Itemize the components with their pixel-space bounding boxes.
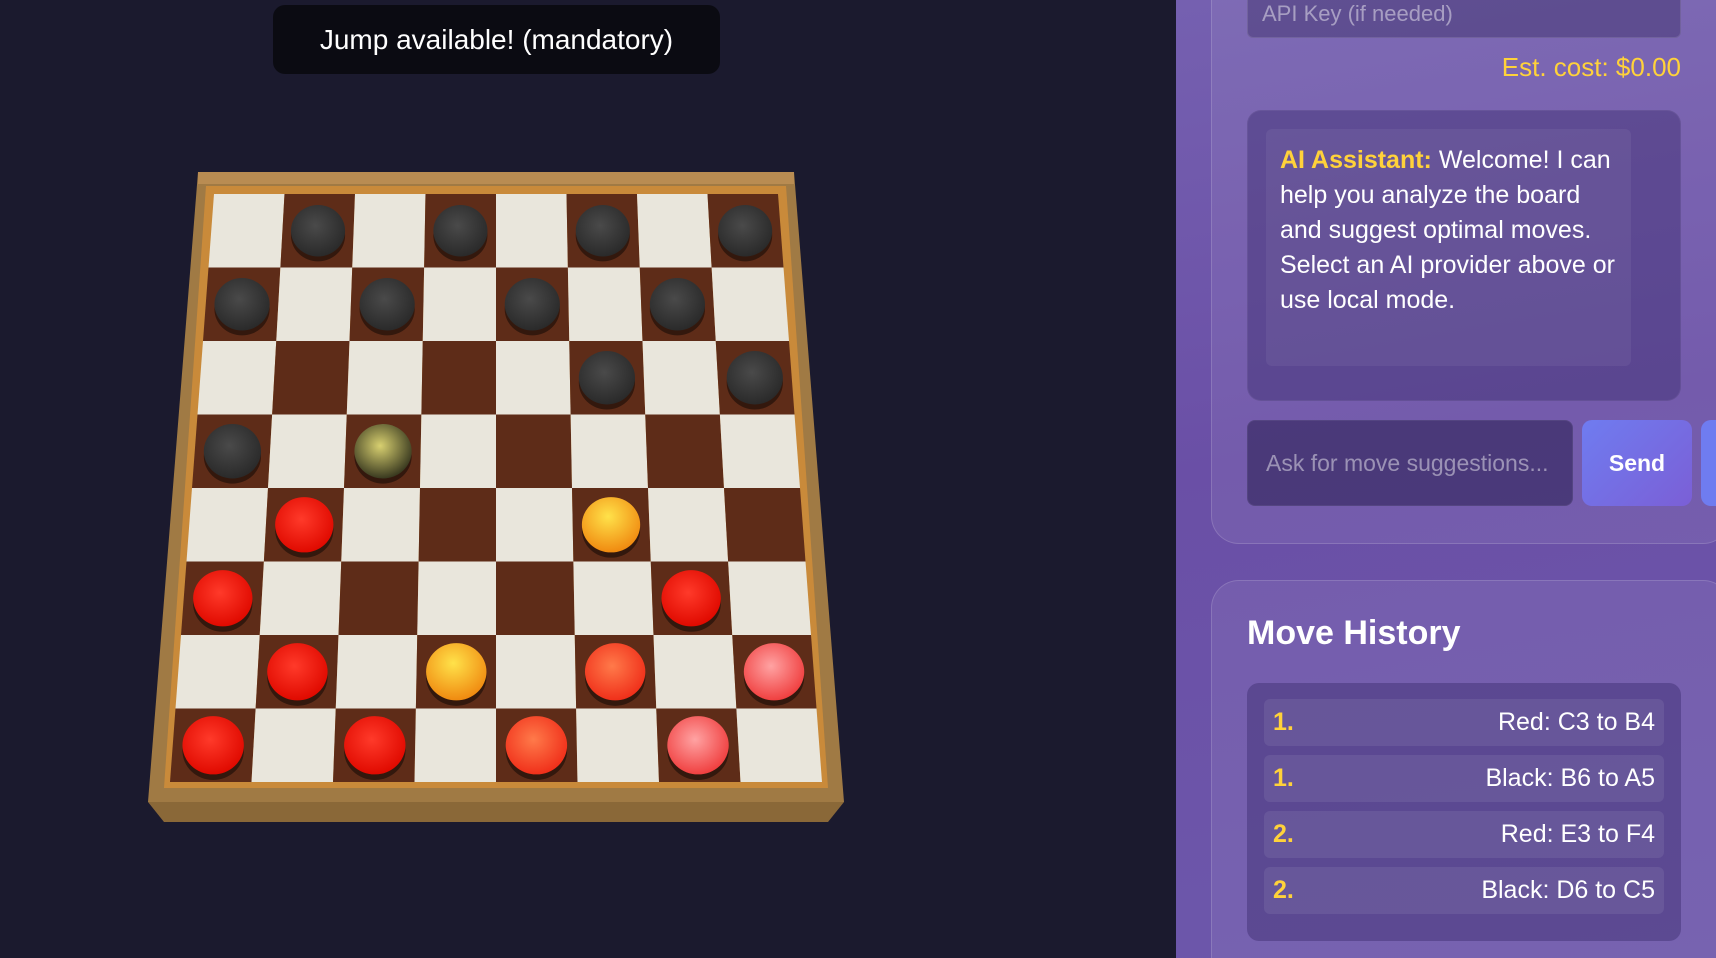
chat-message: AI Assistant: Welcome! I can help you an…: [1266, 129, 1631, 366]
light-square[interactable]: [422, 267, 496, 342]
black-piece[interactable]: [290, 205, 346, 257]
light-square[interactable]: [496, 194, 568, 268]
move-history-title: Move History: [1247, 614, 1461, 652]
dark-square[interactable]: [421, 341, 496, 415]
light-square[interactable]: [197, 341, 277, 415]
red-piece[interactable]: [344, 716, 406, 775]
chat-box: AI Assistant: Welcome! I can help you an…: [1247, 110, 1681, 401]
dark-square[interactable]: [496, 414, 572, 489]
move-history-list: 1. Red: C3 to B4 1. Black: B6 to A5 2. R…: [1247, 683, 1681, 941]
light-square[interactable]: [736, 708, 822, 783]
history-item: 1. Black: B6 to A5: [1264, 755, 1664, 802]
light-square[interactable]: [341, 488, 420, 562]
light-square[interactable]: [414, 708, 497, 783]
send-button[interactable]: Send: [1582, 420, 1692, 506]
assistant-sidebar: API Key (if needed) Est. cost: $0.00 AI …: [1176, 0, 1716, 958]
history-item: 1. Red: C3 to B4: [1264, 699, 1664, 746]
light-square[interactable]: [648, 488, 729, 562]
history-item-move: Red: C3 to B4: [1497, 708, 1655, 736]
red-piece[interactable]: [505, 716, 568, 775]
black-piece[interactable]: [578, 351, 636, 405]
light-square[interactable]: [496, 635, 577, 709]
red-piece[interactable]: [661, 570, 721, 627]
light-square[interactable]: [711, 267, 789, 342]
history-item: 2. Black: D6 to C5: [1264, 867, 1664, 914]
light-square[interactable]: [276, 267, 353, 342]
light-square[interactable]: [352, 194, 426, 268]
secondary-button[interactable]: [1701, 420, 1716, 506]
red-piece[interactable]: [182, 716, 244, 775]
light-square[interactable]: [251, 708, 336, 783]
black-piece[interactable]: [649, 278, 705, 331]
red-piece[interactable]: [426, 643, 487, 701]
black-piece[interactable]: [214, 278, 270, 331]
light-square[interactable]: [208, 194, 285, 268]
history-item-number: 1.: [1273, 764, 1294, 792]
light-square[interactable]: [576, 708, 659, 783]
light-square[interactable]: [496, 488, 574, 562]
dark-square[interactable]: [418, 488, 496, 562]
dark-square[interactable]: [724, 488, 806, 562]
red-piece[interactable]: [267, 643, 328, 701]
dark-square[interactable]: [272, 341, 350, 415]
light-square[interactable]: [570, 414, 648, 489]
board-squares: [170, 194, 822, 782]
dark-square[interactable]: [645, 414, 724, 489]
light-square[interactable]: [335, 635, 418, 709]
red-piece[interactable]: [667, 716, 729, 775]
black-piece[interactable]: [433, 205, 488, 257]
light-square[interactable]: [573, 561, 654, 636]
light-square[interactable]: [728, 561, 811, 636]
black-piece[interactable]: [726, 351, 783, 405]
board-frame-base: [148, 802, 844, 822]
history-item-number: 1.: [1273, 708, 1294, 736]
history-item-move: Black: D6 to C5: [1481, 876, 1655, 904]
light-square[interactable]: [175, 635, 260, 709]
light-square[interactable]: [719, 414, 800, 489]
black-piece[interactable]: [354, 424, 412, 479]
red-piece[interactable]: [584, 643, 646, 701]
history-item-move: Red: E3 to F4: [1500, 820, 1655, 848]
light-square[interactable]: [496, 341, 571, 415]
light-square[interactable]: [637, 194, 712, 268]
jump-available-toast: Jump available! (mandatory): [273, 5, 720, 74]
api-key-input[interactable]: API Key (if needed): [1247, 0, 1681, 38]
black-piece[interactable]: [203, 424, 262, 479]
light-square[interactable]: [346, 341, 423, 415]
history-item: 2. Red: E3 to F4: [1264, 811, 1664, 858]
black-piece[interactable]: [359, 278, 415, 331]
history-item-number: 2.: [1273, 820, 1294, 848]
red-piece[interactable]: [743, 643, 805, 701]
light-square[interactable]: [567, 267, 643, 342]
game-area: Jump available! (mandatory): [0, 0, 1176, 958]
board-frame-top: [198, 172, 794, 184]
black-piece[interactable]: [504, 278, 560, 331]
history-item-number: 2.: [1273, 876, 1294, 904]
light-square[interactable]: [642, 341, 720, 415]
light-square[interactable]: [259, 561, 342, 636]
light-square[interactable]: [186, 488, 269, 562]
black-piece[interactable]: [575, 205, 630, 257]
light-square[interactable]: [417, 561, 496, 636]
light-square[interactable]: [420, 414, 496, 489]
light-square[interactable]: [268, 414, 347, 489]
red-piece[interactable]: [193, 570, 253, 627]
checkers-board[interactable]: [148, 172, 844, 822]
history-item-move: Black: B6 to A5: [1485, 764, 1655, 792]
chat-sender: AI Assistant:: [1280, 146, 1432, 174]
red-piece[interactable]: [581, 497, 641, 553]
light-square[interactable]: [653, 635, 737, 709]
dark-square[interactable]: [496, 561, 575, 636]
red-piece[interactable]: [275, 497, 334, 553]
dark-square[interactable]: [338, 561, 419, 636]
black-piece[interactable]: [718, 205, 773, 257]
ask-input[interactable]: Ask for move suggestions...: [1247, 420, 1573, 506]
estimated-cost: Est. cost: $0.00: [1501, 52, 1681, 82]
